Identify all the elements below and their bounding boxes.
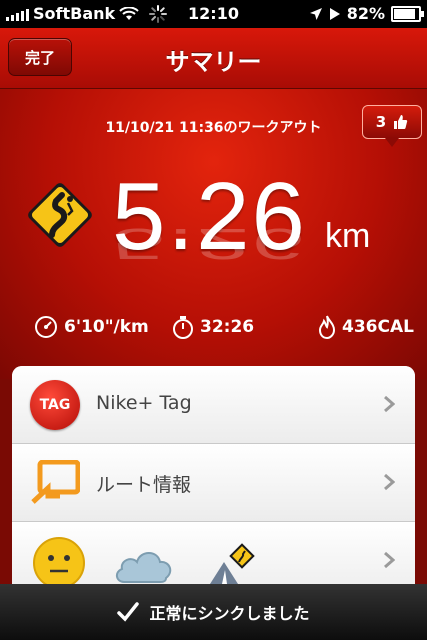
- status-bar: SoftBank 12:10 82%: [0, 0, 427, 28]
- list-item-label: Nike+ Tag: [96, 392, 192, 414]
- road-terrain-icon: [210, 543, 255, 584]
- calories-value: 436CAL: [342, 317, 414, 337]
- likes-count: 3: [375, 113, 387, 131]
- chevron-right-icon: [384, 551, 395, 569]
- battery-icon: [391, 5, 424, 22]
- pace-value: 6'10"/km: [64, 317, 149, 337]
- navigation-bar: 完了 サマリー: [0, 28, 427, 89]
- distance-reflection: 5.26: [112, 219, 307, 268]
- workout-summary: 11/10/21 11:36のワークアウト 3 5.26 km 5.26 6'1…: [0, 89, 427, 379]
- pace-stat: 6'10"/km: [34, 315, 149, 339]
- duration-value: 32:26: [200, 317, 255, 337]
- location-arrow-icon: [309, 7, 322, 20]
- stopwatch-icon: [173, 316, 193, 339]
- page-title: サマリー: [165, 48, 262, 76]
- list-item-label: ルート情報: [96, 474, 192, 496]
- distance-unit: km: [325, 217, 371, 255]
- list-item-nike-tag[interactable]: TAG Nike+ Tag: [12, 366, 415, 444]
- sync-status-message: 正常にシンクしました: [149, 604, 310, 623]
- neutral-face-icon: [33, 537, 85, 589]
- likes-badge[interactable]: 3: [362, 105, 422, 147]
- stats-row: 6'10"/km 32:26 436CAL: [0, 315, 427, 345]
- calories-stat: 436CAL: [318, 315, 414, 339]
- chevron-right-icon: [384, 473, 395, 491]
- nike-tag-icon-text: TAG: [39, 397, 71, 413]
- thumbs-up-icon: [394, 115, 408, 129]
- nike-tag-icon: TAG: [30, 380, 80, 430]
- list-item-route-info[interactable]: ルート情報: [12, 444, 415, 522]
- winding-road-sign-icon: [28, 183, 92, 247]
- details-list: TAG Nike+ Tag ルート情報: [12, 366, 415, 606]
- checkmark-icon: [117, 602, 140, 622]
- sync-status-toast: 正常にシンクしました: [0, 584, 427, 640]
- cloud-icon: [116, 552, 172, 583]
- route-info-icon: [31, 460, 80, 504]
- duration-stat: 32:26: [172, 315, 254, 339]
- chevron-right-icon: [384, 395, 395, 413]
- speedometer-icon: [35, 316, 57, 338]
- battery-percent: 82%: [346, 4, 385, 23]
- flame-icon: [318, 315, 336, 339]
- play-icon: [329, 7, 340, 20]
